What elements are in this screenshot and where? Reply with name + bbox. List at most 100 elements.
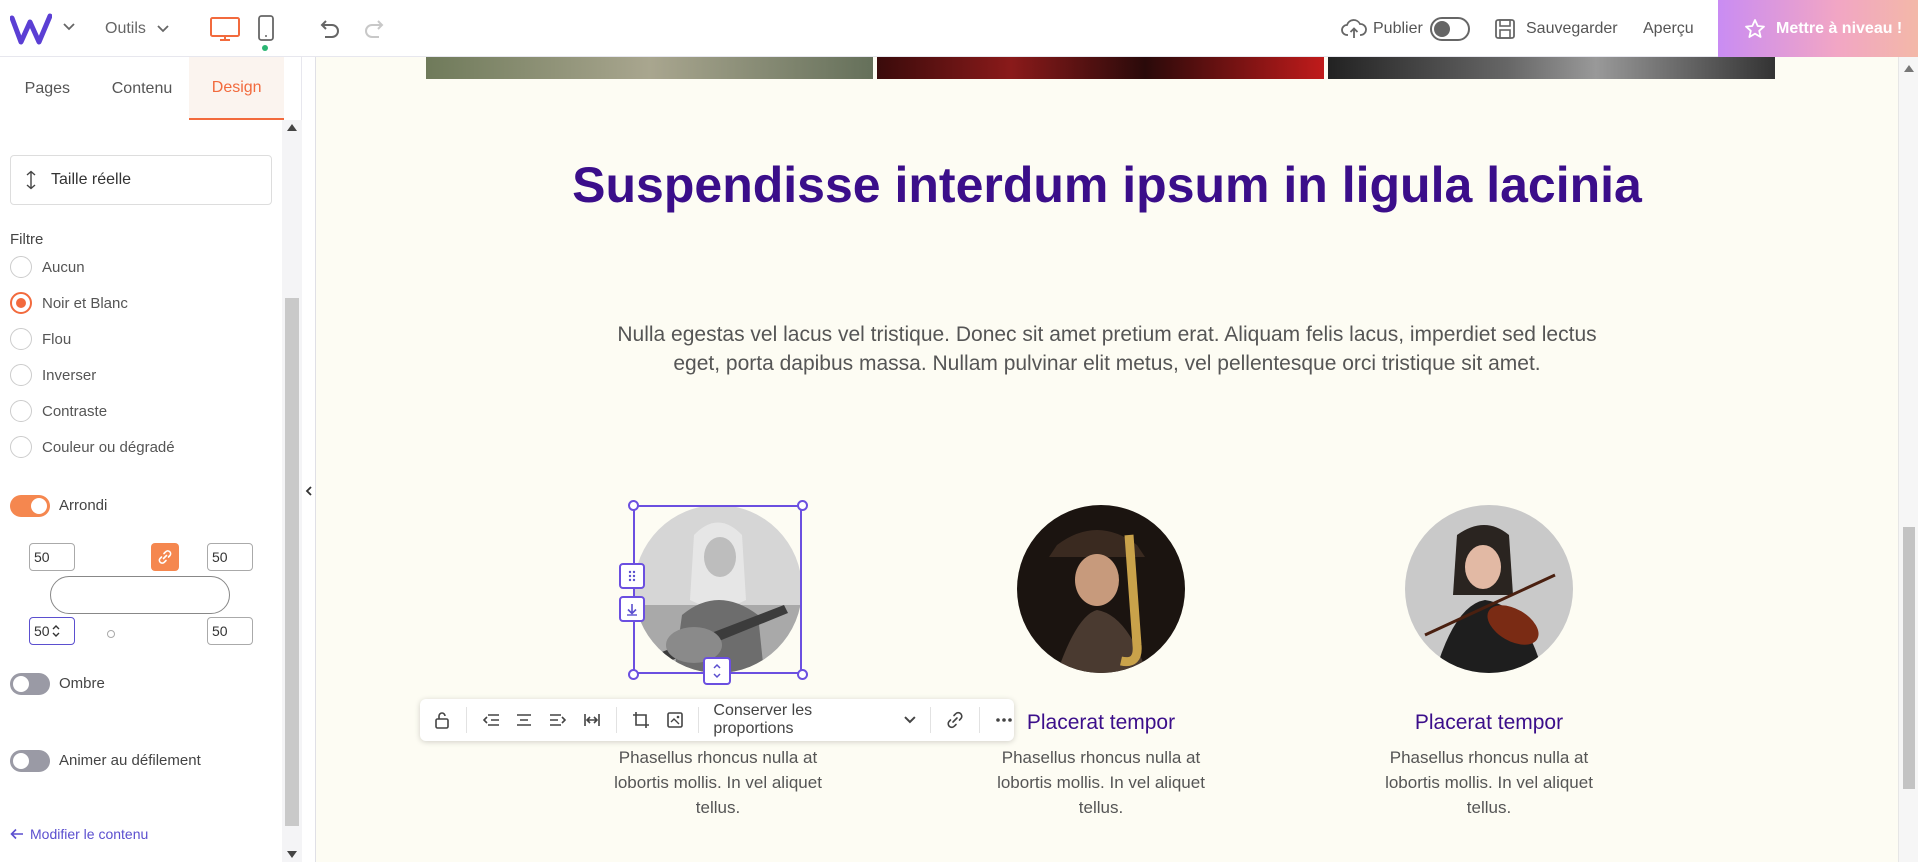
gallery-image[interactable] <box>426 57 873 79</box>
vertical-resize-button[interactable] <box>703 657 731 685</box>
radio-button[interactable] <box>10 400 32 422</box>
resize-handle-bottom-left[interactable] <box>628 669 639 680</box>
rounded-toggle[interactable] <box>10 495 50 517</box>
shadow-label: Ombre <box>59 675 105 692</box>
mobile-view-icon[interactable] <box>256 15 276 43</box>
scroll-thumb[interactable] <box>285 298 299 826</box>
section-headline[interactable]: Suspendisse interdum ipsum in ligula lac… <box>566 154 1648 216</box>
radius-bottom-right-input[interactable]: 50 <box>207 617 253 645</box>
filter-option-invert[interactable]: Inverser <box>10 363 96 387</box>
panel-tabs: Pages Contenu Design <box>0 57 285 120</box>
resize-handle-top-right[interactable] <box>797 500 808 511</box>
crop-icon[interactable] <box>631 710 651 730</box>
image-toolbar: Conserver les proportions <box>420 699 1014 741</box>
redo-icon[interactable] <box>362 16 388 42</box>
card-text[interactable]: Phasellus rhoncus nulla at lobortis moll… <box>1364 745 1614 820</box>
radio-button[interactable] <box>10 364 32 386</box>
card-text[interactable]: Phasellus rhoncus nulla at lobortis moll… <box>976 745 1226 820</box>
modify-content-link[interactable]: Modifier le contenu <box>10 826 148 842</box>
radius-top-left-input[interactable]: 50 <box>29 543 75 571</box>
portrait-image-violinist[interactable] <box>1405 505 1573 673</box>
card-text[interactable]: Phasellus rhoncus nulla at lobortis moll… <box>593 745 843 820</box>
move-down-button[interactable] <box>619 596 645 622</box>
align-center-icon[interactable] <box>515 710 535 730</box>
resize-handle-top-left[interactable] <box>628 500 639 511</box>
filter-option-contrast[interactable]: Contraste <box>10 399 107 423</box>
arrow-down-icon <box>627 604 637 616</box>
publish-button[interactable]: Publier <box>1341 14 1423 44</box>
filter-option-black-white[interactable]: Noir et Blanc <box>10 291 128 315</box>
radio-button[interactable] <box>10 436 32 458</box>
star-icon <box>1745 18 1765 38</box>
save-button[interactable]: Sauvegarder <box>1494 14 1618 44</box>
image-size-select[interactable]: Taille réelle <box>10 155 272 205</box>
vertical-resize-icon <box>26 170 36 190</box>
vertical-resize-icon <box>713 663 721 679</box>
panel-collapse-handle[interactable] <box>302 57 316 862</box>
toolbar-divider <box>698 707 700 733</box>
gallery-image[interactable] <box>877 57 1324 79</box>
save-label: Sauvegarder <box>1526 20 1618 37</box>
stepper-icon[interactable] <box>52 624 60 638</box>
preview-button[interactable]: Aperçu <box>1643 14 1694 44</box>
proportions-select[interactable]: Conserver les proportions <box>713 702 916 738</box>
section-intro[interactable]: Nulla egestas vel lacus vel tristique. D… <box>606 320 1608 378</box>
proportions-label: Conserver les proportions <box>713 702 813 737</box>
radius-center-dot <box>107 630 115 638</box>
align-right-icon[interactable] <box>548 710 568 730</box>
scroll-up-arrow[interactable] <box>287 124 297 131</box>
logo-icon[interactable] <box>10 12 52 46</box>
scroll-down-arrow[interactable] <box>287 851 297 858</box>
filter-option-blur[interactable]: Flou <box>10 327 71 351</box>
tab-design[interactable]: Design <box>189 57 285 120</box>
filter-option-color[interactable]: Couleur ou dégradé <box>10 435 175 459</box>
align-left-icon[interactable] <box>481 710 501 730</box>
image-selection-frame[interactable] <box>633 505 802 674</box>
undo-icon[interactable] <box>316 16 342 42</box>
radio-button-selected[interactable] <box>10 292 32 314</box>
panel-scrollbar[interactable] <box>282 120 302 862</box>
canvas-scrollbar[interactable] <box>1898 57 1918 862</box>
tab-contenu[interactable]: Contenu <box>95 57 190 120</box>
tools-menu[interactable]: Outils <box>105 0 170 57</box>
scroll-thumb[interactable] <box>1903 527 1915 789</box>
link-corners-button[interactable] <box>151 543 179 571</box>
tab-pages[interactable]: Pages <box>0 57 95 120</box>
mobile-status-dot <box>262 45 268 51</box>
card-title[interactable]: Placerat tempor <box>1359 711 1619 735</box>
animate-toggle[interactable] <box>10 750 50 772</box>
radio-button[interactable] <box>10 256 32 278</box>
link-icon[interactable] <box>945 710 965 730</box>
tab-label: Pages <box>24 79 71 97</box>
cloud-upload-icon <box>1341 19 1367 38</box>
filter-label: Contraste <box>42 402 108 420</box>
drag-handle-button[interactable] <box>619 563 645 589</box>
radius-bottom-left-input[interactable]: 50 <box>29 617 75 645</box>
design-panel: Pages Contenu Design Taille réelle Filtr… <box>0 57 302 862</box>
filter-option-none[interactable]: Aucun <box>10 255 85 279</box>
gallery-image[interactable] <box>1328 57 1775 79</box>
radio-button[interactable] <box>10 328 32 350</box>
image-fit-icon[interactable] <box>665 710 685 730</box>
shadow-toggle[interactable] <box>10 673 50 695</box>
top-bar: Outils Publier Sauvegarder Aperçu Mettre… <box>0 0 1918 57</box>
full-width-icon[interactable] <box>582 710 602 730</box>
tab-label: Contenu <box>111 79 173 97</box>
animate-label: Animer au défilement <box>59 752 201 769</box>
violinist-photo <box>1405 505 1573 673</box>
scroll-up-arrow[interactable] <box>1904 65 1914 72</box>
publish-label: Publier <box>1373 20 1423 37</box>
upgrade-button[interactable]: Mettre à niveau ! <box>1718 0 1918 57</box>
size-label: Taille réelle <box>51 171 132 188</box>
desktop-view-icon[interactable] <box>209 16 241 42</box>
publish-toggle[interactable] <box>1430 17 1470 41</box>
radius-top-right-input[interactable]: 50 <box>207 543 253 571</box>
resize-handle-bottom-right[interactable] <box>797 669 808 680</box>
toolbar-divider <box>465 707 467 733</box>
toolbar-divider <box>979 707 981 733</box>
portrait-image-saxophonist[interactable] <box>1017 505 1185 673</box>
more-options-icon[interactable] <box>994 710 1014 730</box>
filter-title: Filtre <box>10 231 44 248</box>
lock-icon[interactable] <box>432 710 452 730</box>
chevron-down-icon[interactable] <box>62 20 76 34</box>
